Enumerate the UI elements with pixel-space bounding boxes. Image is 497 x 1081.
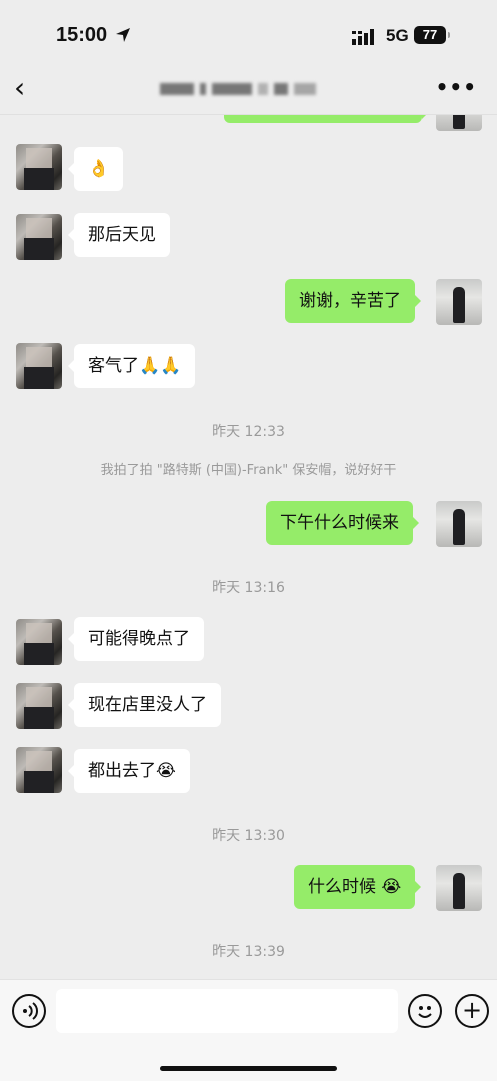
voice-icon[interactable] — [12, 994, 46, 1028]
redacted-block — [200, 83, 206, 95]
contact-avatar[interactable] — [16, 683, 62, 729]
timestamp: 昨天 13:39 — [212, 944, 285, 960]
redacted-block — [258, 83, 268, 95]
message-bubble[interactable]: 可能得晚点了 — [68, 617, 204, 661]
chat-title-redacted — [160, 78, 340, 100]
redacted-block — [212, 83, 252, 95]
chat-header: ‹ ••• — [0, 64, 497, 115]
battery-level: 77 — [414, 26, 450, 44]
message-bubble[interactable]: 都出去了😭 — [68, 749, 190, 793]
contact-avatar[interactable] — [16, 214, 62, 260]
message-bubble[interactable]: 什么时候 😭 — [294, 865, 422, 909]
contact-avatar[interactable] — [16, 747, 62, 793]
location-arrow-icon — [116, 28, 130, 42]
redacted-block — [274, 83, 288, 95]
system-message: 我拍了拍 "路特斯 (中国)-Frank" 保安帽，说好好干 — [100, 463, 397, 478]
voice-icon-glyph — [23, 1002, 38, 1020]
back-button[interactable]: ‹ — [14, 74, 25, 102]
self-avatar[interactable] — [436, 501, 482, 547]
status-time: 15:00 — [56, 24, 108, 46]
more-button[interactable]: ••• — [436, 77, 477, 97]
message-bubble[interactable]: 👌 — [67, 147, 124, 191]
redacted-block — [160, 83, 194, 95]
message-bubble[interactable]: 谢谢，辛苦了 — [285, 279, 421, 323]
self-avatar[interactable] — [436, 279, 482, 325]
message-input[interactable] — [56, 989, 398, 1033]
message-bubble[interactable]: 现在店里没人了 — [68, 683, 221, 727]
status-bar: 15:00 5G 77 — [0, 0, 497, 64]
message-bubble-partial[interactable] — [224, 115, 428, 123]
self-avatar[interactable] — [436, 115, 482, 131]
message-bubble[interactable]: 那后天见 — [68, 213, 170, 257]
timestamp: 昨天 13:30 — [212, 828, 285, 844]
message-bubble[interactable]: 下午什么时候来 — [266, 501, 419, 545]
timestamp: 昨天 12:33 — [212, 424, 285, 440]
contact-avatar[interactable] — [16, 343, 62, 389]
emoji-icon[interactable] — [408, 994, 442, 1028]
home-indicator — [160, 1066, 337, 1071]
contact-avatar[interactable] — [16, 144, 62, 190]
message-bubble[interactable]: 客气了🙏🙏 — [67, 344, 196, 388]
contact-avatar[interactable] — [16, 619, 62, 665]
plus-icon[interactable]: + — [455, 994, 489, 1028]
redacted-block — [294, 83, 316, 95]
timestamp: 昨天 13:16 — [212, 580, 285, 596]
input-toolbar: + — [0, 979, 497, 1081]
signal-icon — [352, 29, 374, 45]
network-type: 5G — [386, 26, 409, 45]
self-avatar[interactable] — [436, 865, 482, 911]
message-list[interactable]: 👌 那后天见 谢谢，辛苦了 客气了🙏🙏 昨天 12:33 我拍了拍 "路特斯 (… — [0, 115, 497, 979]
emoji-icon-glyph — [418, 1006, 432, 1018]
